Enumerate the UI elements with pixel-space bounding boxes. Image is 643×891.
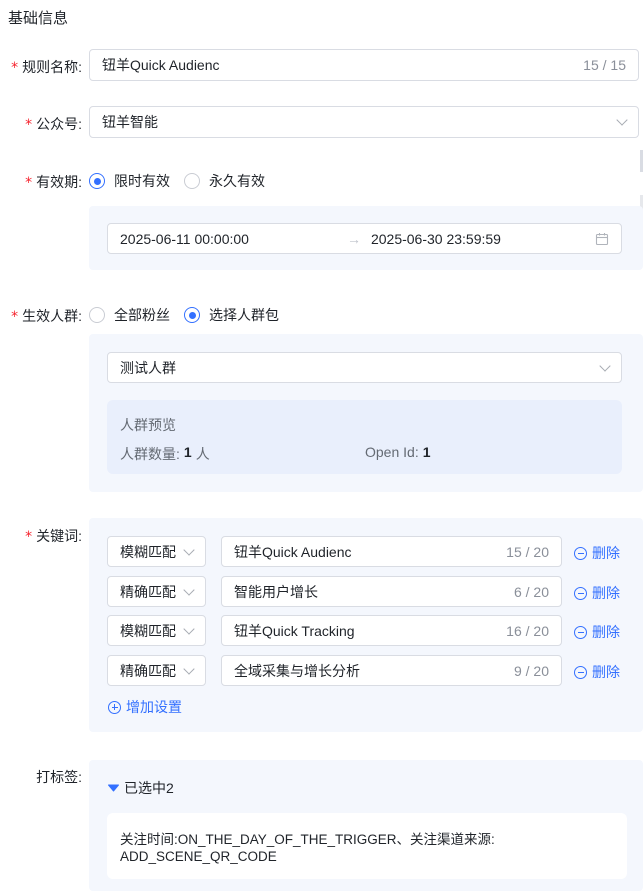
audience-package-value: 测试人群 [120, 359, 176, 376]
keyword-value: 智能用户增长 [234, 583, 318, 600]
calendar-icon [595, 232, 609, 245]
radio-all-fans-label: 全部粉丝 [114, 307, 170, 323]
keyword-count: 9 / 20 [513, 662, 549, 679]
keyword-count: 6 / 20 [513, 583, 549, 600]
audience-label-text: 生效人群: [22, 308, 82, 324]
keyword-input[interactable]: 智能用户增长 6 / 20 [221, 576, 562, 607]
keywords-label: * 关键词: [25, 528, 82, 545]
delete-label: 删除 [592, 624, 620, 640]
match-type-value: 精确匹配 [120, 583, 176, 600]
chevron-down-icon [183, 622, 195, 635]
minus-circle-icon [574, 586, 587, 600]
audience-package-select[interactable]: 测试人群 [107, 352, 622, 383]
radio-audience-package[interactable]: 选择人群包 [184, 305, 279, 325]
match-type-value: 模糊匹配 [120, 622, 176, 639]
audience-label: * 生效人群: [11, 308, 82, 325]
chevron-down-icon [616, 114, 628, 126]
validity-label: * 有效期: [25, 174, 82, 191]
match-type-select[interactable]: 模糊匹配 [107, 615, 206, 646]
keyword-value: 钮羊Quick Tracking [234, 622, 355, 639]
official-account-label-text: 公众号: [36, 116, 82, 132]
radio-unchecked-icon [184, 173, 200, 189]
date-range-picker[interactable]: 2025-06-11 00:00:00 → 2025-06-30 23:59:5… [107, 223, 622, 254]
tagging-label-text: 打标签: [36, 769, 82, 785]
keyword-input[interactable]: 钮羊Quick Tracking 16 / 20 [221, 615, 562, 646]
official-account-value: 钮羊智能 [102, 114, 158, 130]
radio-all-fans[interactable]: 全部粉丝 [89, 305, 170, 325]
rule-name-value: 钮羊Quick Audienc [102, 57, 220, 73]
rule-name-count: 15 / 15 [583, 57, 626, 73]
official-account-label: * 公众号: [25, 116, 82, 133]
preview-title: 人群预览 [120, 417, 176, 433]
rule-name-label: * 规则名称: [11, 59, 82, 76]
plus-circle-icon [108, 700, 121, 714]
tagging-label: 打标签: [36, 767, 82, 787]
validity-label-text: 有效期: [36, 174, 82, 190]
audience-count-unit: 人 [195, 446, 210, 462]
official-account-select[interactable]: 钮羊智能 [89, 106, 639, 138]
match-type-value: 模糊匹配 [120, 543, 176, 560]
keyword-input[interactable]: 钮羊Quick Audienc 15 / 20 [221, 536, 562, 567]
chevron-down-icon [183, 583, 195, 596]
tag-selection-toggle[interactable]: 已选中2 [108, 778, 174, 798]
minus-circle-icon [574, 665, 587, 679]
keyword-count: 15 / 20 [506, 543, 549, 560]
tag-detail-line2: ADD_SCENE_QR_CODE [120, 849, 277, 864]
date-start: 2025-06-11 00:00:00 [120, 230, 249, 247]
delete-keyword-button[interactable]: 删除 [574, 622, 620, 642]
delete-keyword-button[interactable]: 删除 [574, 662, 620, 682]
minus-circle-icon [574, 546, 587, 560]
add-keyword-label: 增加设置 [126, 699, 182, 715]
arrow-right-icon: → [346, 230, 361, 247]
audience-count-label: 人群数量: [120, 446, 180, 462]
delete-label: 删除 [592, 545, 620, 561]
chevron-down-icon [183, 662, 195, 675]
tag-detail-line1: 关注时间:ON_THE_DAY_OF_THE_TRIGGER、关注渠道来源: [120, 832, 495, 847]
minus-circle-icon [574, 625, 587, 639]
rule-name-label-text: 规则名称: [22, 59, 82, 75]
audience-count-value: 1 [183, 444, 192, 460]
delete-keyword-button[interactable]: 删除 [574, 543, 620, 563]
match-type-select[interactable]: 精确匹配 [107, 576, 206, 607]
keywords-label-text: 关键词: [36, 528, 82, 544]
radio-permanent[interactable]: 永久有效 [184, 171, 265, 191]
match-type-select[interactable]: 精确匹配 [107, 655, 206, 686]
openid-label: Open Id: [365, 444, 419, 460]
openid-count: Open Id: 1 [365, 444, 431, 460]
openid-value: 1 [422, 444, 431, 460]
radio-unchecked-icon [89, 307, 105, 323]
audience-count: 人群数量: 1 人 [120, 444, 210, 464]
keyword-value: 全域采集与增长分析 [234, 662, 360, 679]
chevron-down-icon [599, 359, 611, 372]
radio-permanent-label: 永久有效 [209, 173, 265, 189]
date-end: 2025-06-30 23:59:59 [370, 230, 501, 247]
radio-checked-icon [89, 173, 105, 189]
tag-selected-text: 已选中2 [124, 780, 174, 796]
keyword-input[interactable]: 全域采集与增长分析 9 / 20 [221, 655, 562, 686]
add-keyword-button[interactable]: 增加设置 [108, 697, 182, 717]
radio-limited[interactable]: 限时有效 [89, 171, 170, 191]
radio-checked-icon [184, 307, 200, 323]
rule-name-input[interactable]: 钮羊Quick Audienc 15 / 15 [89, 49, 639, 81]
delete-keyword-button[interactable]: 删除 [574, 583, 620, 603]
chevron-down-icon [183, 543, 195, 556]
delete-label: 删除 [592, 585, 620, 601]
radio-audience-package-label: 选择人群包 [209, 307, 279, 323]
keyword-value: 钮羊Quick Audienc [234, 543, 352, 560]
keyword-count: 16 / 20 [506, 622, 549, 639]
match-type-select[interactable]: 模糊匹配 [107, 536, 206, 567]
radio-limited-label: 限时有效 [114, 173, 170, 189]
caret-down-icon [108, 784, 119, 792]
section-title: 基础信息 [8, 10, 69, 27]
match-type-value: 精确匹配 [120, 662, 176, 679]
delete-label: 删除 [592, 664, 620, 680]
